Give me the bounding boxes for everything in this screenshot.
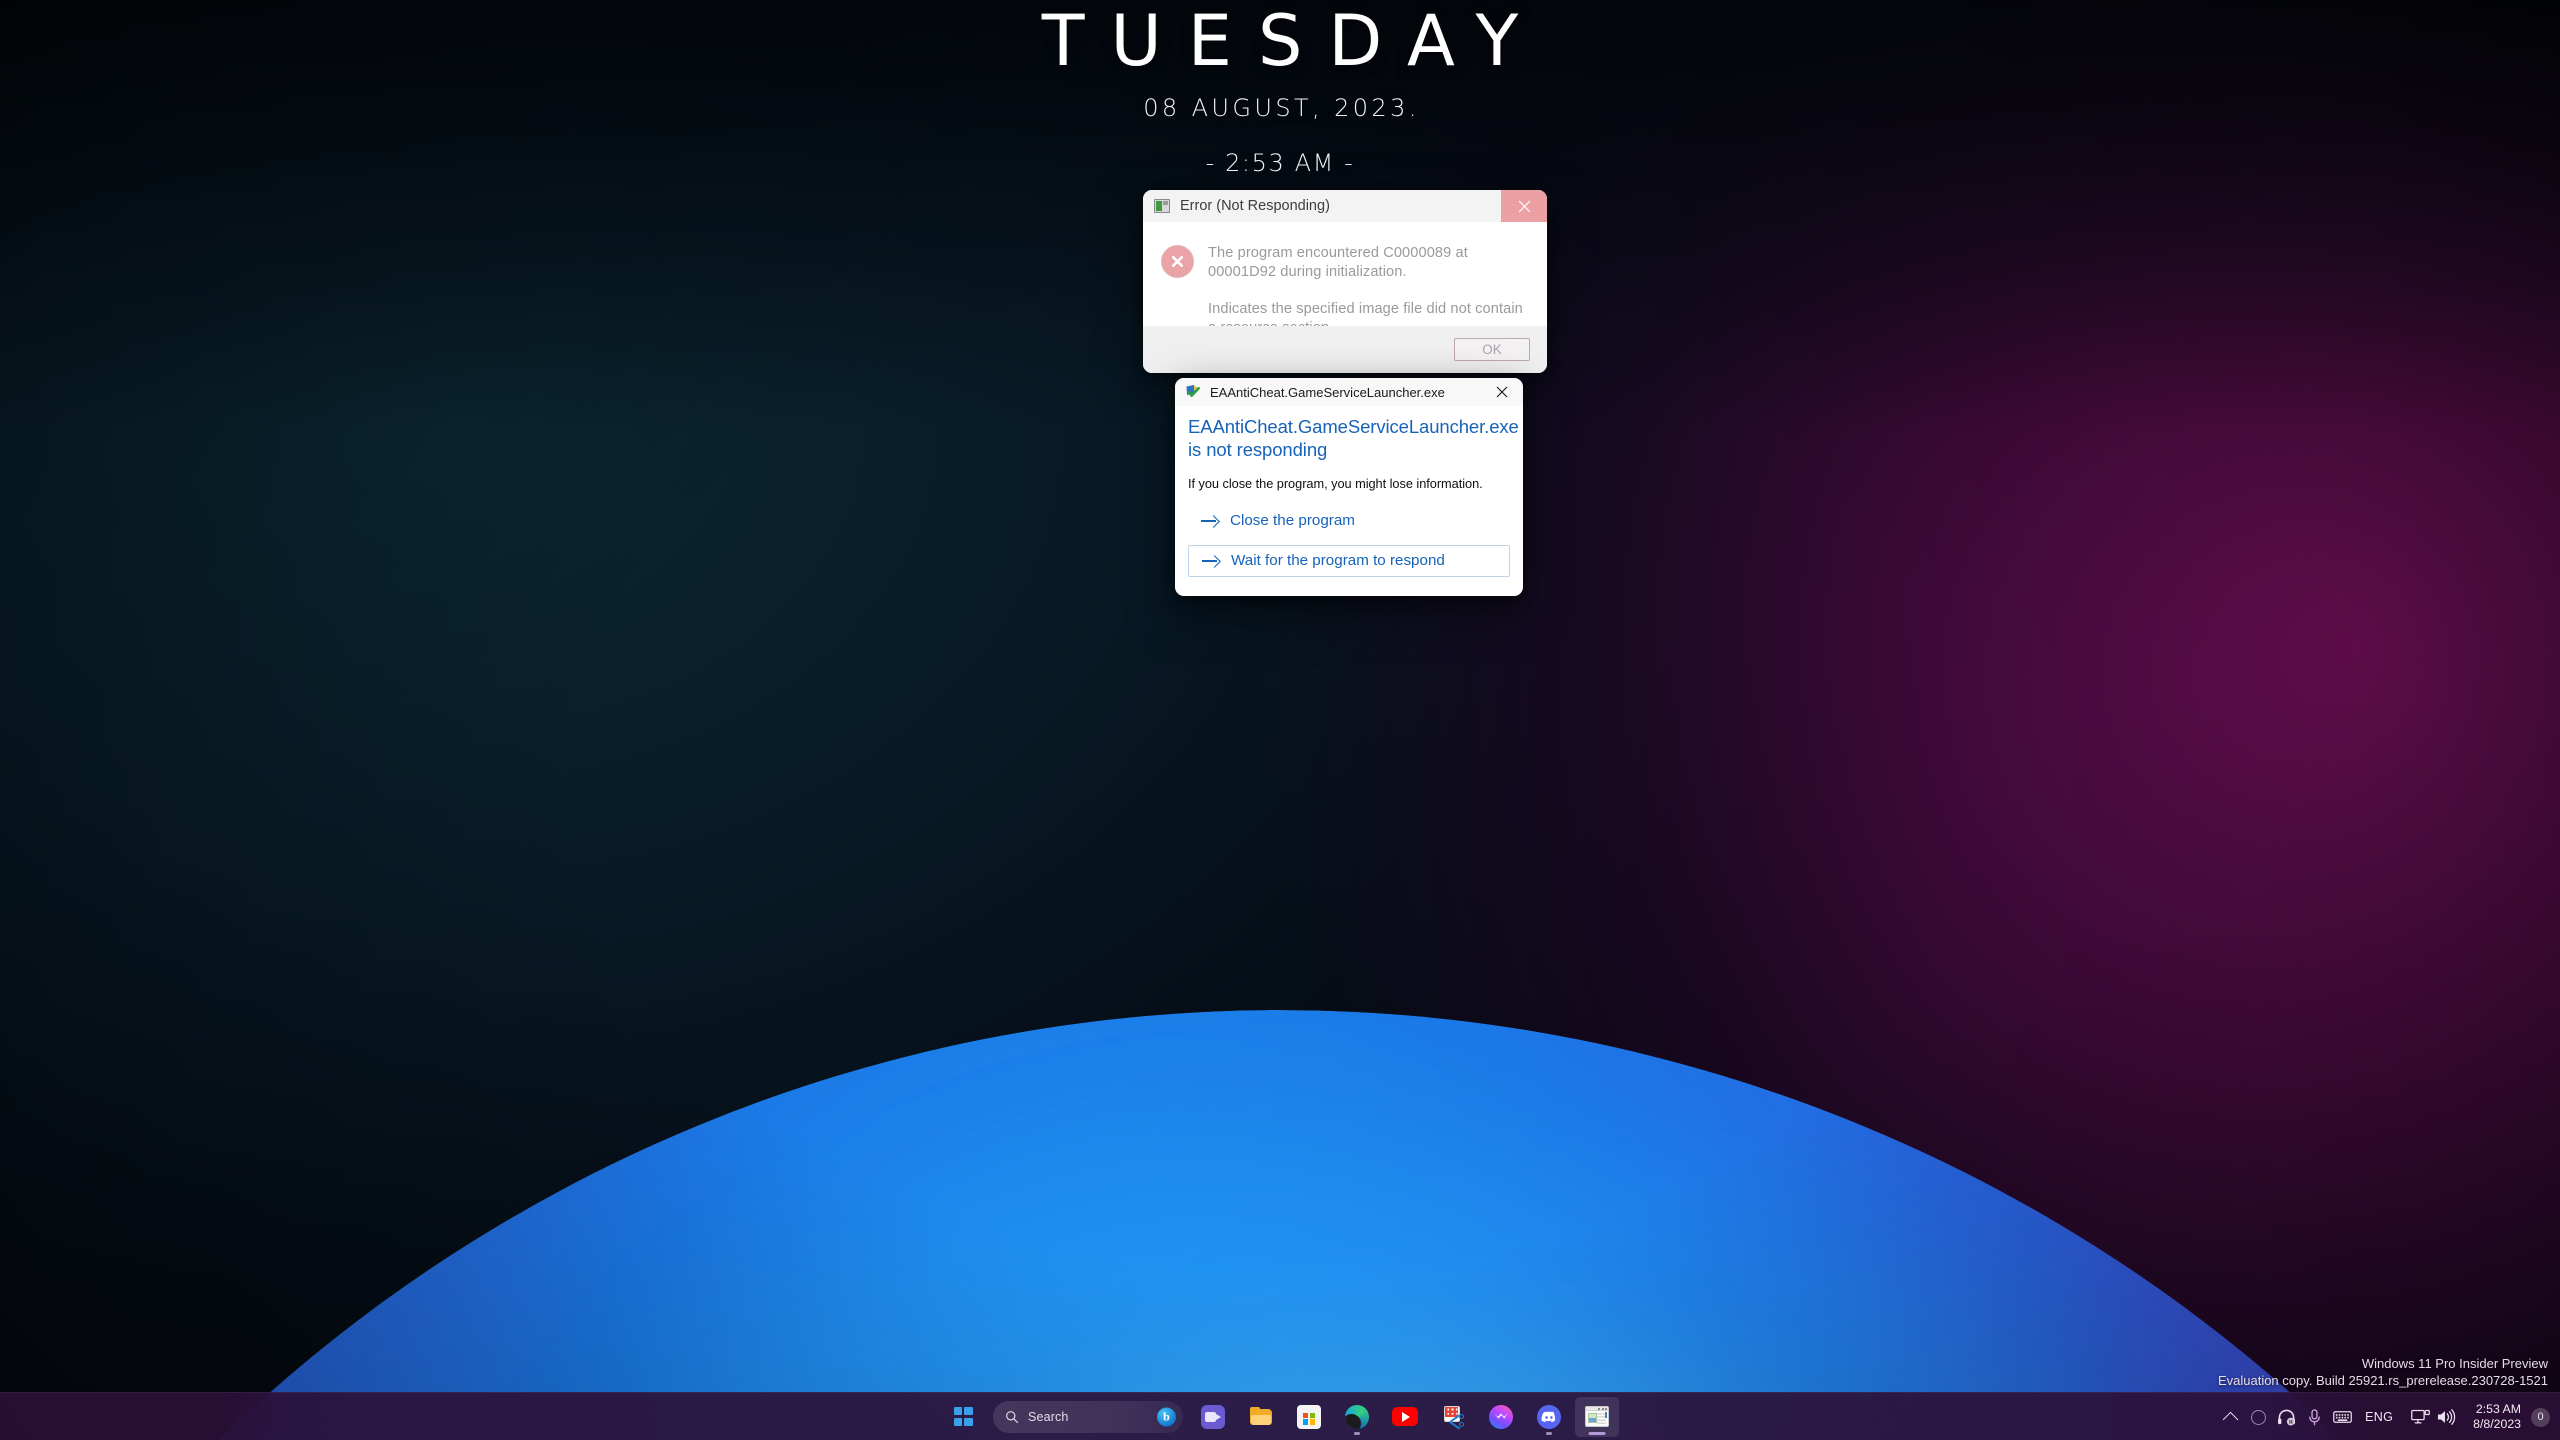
error-dialog-footer: OK bbox=[1143, 326, 1547, 373]
search-placeholder: Search bbox=[1028, 1409, 1069, 1424]
close-the-program-label: Close the program bbox=[1230, 512, 1355, 530]
shield-checkmark-icon bbox=[1185, 384, 1201, 400]
search-input[interactable]: Search b bbox=[993, 1400, 1183, 1433]
show-hidden-icons-button[interactable] bbox=[2216, 1397, 2244, 1437]
store-bag-icon bbox=[1297, 1404, 1321, 1429]
not-responding-dialog[interactable]: EAAntiCheat.GameServiceLauncher.exe EAAn… bbox=[1175, 378, 1523, 596]
edge-icon bbox=[1345, 1404, 1369, 1429]
network-icon bbox=[2411, 1409, 2430, 1424]
running-indicator bbox=[1354, 1431, 1360, 1435]
not-responding-titlebar[interactable]: EAAntiCheat.GameServiceLauncher.exe bbox=[1175, 378, 1523, 406]
microphone-icon bbox=[2308, 1408, 2320, 1425]
error-dialog-close-button[interactable] bbox=[1501, 190, 1547, 222]
language-indicator[interactable]: ENG bbox=[2356, 1397, 2402, 1437]
tray-date: 8/8/2023 bbox=[2473, 1417, 2521, 1431]
taskbar-app-microsoft-store[interactable] bbox=[1287, 1397, 1331, 1437]
taskbar-app-task-manager[interactable] bbox=[1575, 1396, 1619, 1437]
taskbar-app-edge[interactable] bbox=[1335, 1397, 1379, 1437]
start-button[interactable] bbox=[941, 1397, 985, 1437]
arrow-right-icon bbox=[1201, 514, 1219, 527]
ok-button[interactable]: OK bbox=[1454, 338, 1530, 361]
youtube-icon bbox=[1392, 1407, 1418, 1426]
snipping-tool-icon bbox=[1441, 1405, 1465, 1430]
taskbar-app-youtube[interactable] bbox=[1383, 1397, 1427, 1437]
sync-status-icon-button[interactable] bbox=[2244, 1397, 2272, 1437]
error-dialog-titlebar[interactable]: Error (Not Responding) bbox=[1143, 190, 1547, 222]
not-responding-close-button[interactable] bbox=[1481, 378, 1523, 406]
error-circle-x-icon bbox=[1161, 245, 1194, 278]
not-responding-body: EAAntiCheat.GameServiceLauncher.exe is n… bbox=[1175, 406, 1523, 577]
wait-for-program-label: Wait for the program to respond bbox=[1231, 552, 1445, 570]
bing-icon[interactable]: b bbox=[1157, 1407, 1176, 1426]
error-message-primary: The program encountered C0000089 at 0000… bbox=[1208, 245, 1468, 281]
microphone-button[interactable] bbox=[2300, 1397, 2328, 1437]
error-dialog-title: Error (Not Responding) bbox=[1180, 198, 1330, 214]
teams-icon bbox=[1201, 1404, 1225, 1429]
headphones-paused-icon bbox=[2277, 1409, 2295, 1426]
taskbar-app-file-explorer[interactable] bbox=[1239, 1397, 1283, 1437]
circle-icon bbox=[2250, 1409, 2266, 1425]
not-responding-subtext: If you close the program, you might lose… bbox=[1188, 475, 1483, 491]
close-the-program-action[interactable]: Close the program bbox=[1188, 507, 1510, 535]
tray-time: 2:53 AM bbox=[2475, 1402, 2521, 1416]
taskbar-center-group: Search b bbox=[941, 1393, 1619, 1440]
running-indicator bbox=[1546, 1431, 1552, 1435]
volume-icon bbox=[2438, 1409, 2456, 1425]
close-icon bbox=[1518, 200, 1530, 212]
search-icon bbox=[1006, 1410, 1019, 1423]
application-icon bbox=[1154, 199, 1170, 213]
touch-keyboard-button[interactable] bbox=[2328, 1397, 2356, 1437]
not-responding-dialog-title: EAAntiCheat.GameServiceLauncher.exe bbox=[1210, 384, 1445, 400]
error-dialog[interactable]: Error (Not Responding) The program encou… bbox=[1143, 190, 1547, 373]
task-manager-icon bbox=[1585, 1406, 1609, 1427]
discord-icon bbox=[1537, 1404, 1561, 1429]
desktop[interactable]: TUESDAY 08 AUGUST, 2023. - 2:53 AM - Err… bbox=[0, 0, 2560, 1440]
taskbar-app-teams[interactable] bbox=[1191, 1397, 1235, 1437]
wait-for-program-action[interactable]: Wait for the program to respond bbox=[1188, 544, 1510, 577]
taskbar-clock[interactable]: 2:53 AM 8/8/2023 bbox=[2465, 1402, 2531, 1432]
messenger-icon bbox=[1489, 1404, 1513, 1429]
close-icon bbox=[1496, 386, 1508, 398]
audio-device-button[interactable] bbox=[2272, 1397, 2300, 1437]
windows-logo-icon bbox=[953, 1407, 973, 1426]
notification-badge[interactable]: 0 bbox=[2531, 1407, 2550, 1427]
keyboard-icon bbox=[2332, 1411, 2352, 1423]
not-responding-heading: EAAntiCheat.GameServiceLauncher.exe is n… bbox=[1188, 416, 1519, 460]
error-dialog-body: The program encountered C0000089 at 0000… bbox=[1143, 222, 1547, 336]
active-indicator bbox=[1588, 1431, 1606, 1435]
chevron-up-icon bbox=[2222, 1411, 2238, 1427]
taskbar-app-discord[interactable] bbox=[1527, 1397, 1571, 1437]
network-and-volume-button[interactable] bbox=[2402, 1397, 2465, 1437]
taskbar-app-snipping-tool[interactable] bbox=[1431, 1397, 1475, 1437]
taskbar-app-messenger[interactable] bbox=[1479, 1397, 1523, 1437]
folder-icon bbox=[1249, 1405, 1273, 1429]
arrow-right-icon bbox=[1202, 554, 1220, 567]
taskbar[interactable]: Search b ENG 2:53 AM 8/8/2023 0 bbox=[0, 1392, 2560, 1440]
system-tray: ENG 2:53 AM 8/8/2023 0 bbox=[2216, 1393, 2560, 1440]
